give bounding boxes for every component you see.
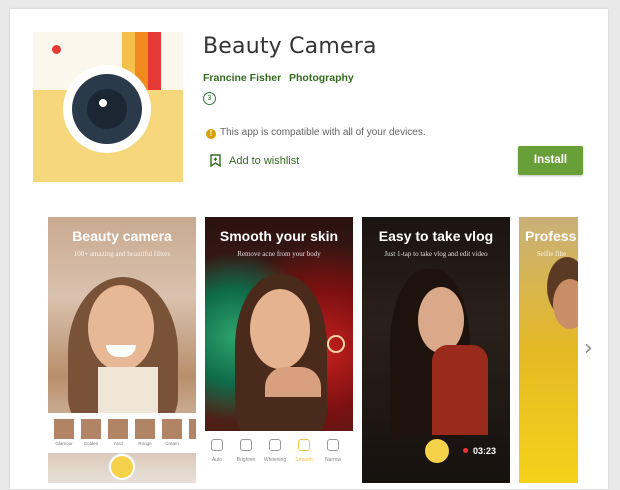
screenshot-3-subtitle: Just 1-tap to take vlog and edit video — [384, 250, 488, 258]
filter-thumb[interactable] — [54, 419, 74, 439]
tool-label: Whitening — [263, 457, 287, 463]
compatibility-notice: ! This app is compatible with all of your… — [206, 127, 426, 139]
filter-thumb[interactable] — [108, 419, 128, 439]
category-link[interactable]: Photography — [289, 72, 354, 84]
tool-label: Narrow — [324, 457, 342, 463]
shutter-button[interactable] — [111, 456, 133, 478]
screenshot-2-subtitle: Remove acne from your body — [237, 250, 321, 258]
sweater-shape — [432, 345, 488, 435]
wishlist-label: Add to wishlist — [229, 154, 300, 167]
portrait-face — [250, 289, 310, 369]
compatibility-text: This app is compatible with all of your … — [220, 127, 426, 138]
app-details-card: Beauty Camera Francine Fisher Photograph… — [10, 9, 608, 489]
icon-red-dot — [52, 45, 61, 54]
tool-label: Auto — [211, 457, 223, 463]
screenshot-professional[interactable]: Profess Selfie filte — [519, 217, 578, 483]
recording-indicator-icon — [463, 448, 468, 453]
developer-link[interactable]: Francine Fisher — [203, 72, 281, 84]
tool-label: Smooth — [295, 457, 313, 463]
portrait-face — [88, 285, 154, 371]
chevron-right-icon[interactable]: › — [584, 336, 593, 361]
tool-label: Brighten — [236, 457, 256, 463]
filter-label: Rouge — [138, 441, 152, 446]
drop-icon — [298, 439, 310, 451]
hand-shape — [265, 367, 321, 397]
app-icon — [33, 32, 183, 182]
screenshot-carousel: Beauty camera 100+ amazing and beautiful… — [48, 217, 578, 483]
filter-label: Cream — [165, 441, 179, 446]
earring-shape — [327, 335, 345, 353]
screenshot-3-title: Easy to take vlog — [378, 228, 494, 244]
filter-thumb[interactable] — [81, 419, 101, 439]
portrait-face — [418, 287, 464, 353]
camera-lens-glint — [99, 99, 107, 107]
narrow-icon — [327, 439, 339, 451]
screenshot-2-title: Smooth your skin — [219, 228, 339, 244]
tool-brighten[interactable]: Brighten — [234, 439, 258, 463]
info-icon: ! — [206, 129, 216, 139]
tool-whitening[interactable]: Whitening — [263, 439, 287, 463]
screenshot-smooth-skin[interactable]: Smooth your skin Remove acne from your b… — [205, 217, 353, 483]
beauty-tools-bar: Auto Brighten Whitening Smooth Narrow — [205, 431, 353, 483]
screenshot-4-title: Profess — [525, 228, 577, 244]
filter-thumb[interactable] — [135, 419, 155, 439]
tooth-icon — [269, 439, 281, 451]
tool-narrow[interactable]: Narrow — [321, 439, 345, 463]
screenshot-beauty-camera[interactable]: Beauty camera 100+ amazing and beautiful… — [48, 217, 196, 483]
filter-thumb[interactable] — [162, 419, 182, 439]
shirt-shape — [98, 367, 158, 413]
tool-smooth[interactable]: Smooth — [292, 439, 316, 463]
filter-label: Yard — [113, 441, 123, 446]
eye-icon — [240, 439, 252, 451]
tool-auto[interactable]: Auto — [205, 439, 229, 463]
record-button[interactable] — [425, 439, 449, 463]
app-title: Beauty Camera — [203, 34, 377, 59]
auto-icon — [211, 439, 223, 451]
filter-thumbnails: Glamour Golden Yard Rouge Cream — [48, 413, 196, 453]
portrait-face — [553, 279, 578, 329]
bookmark-add-icon — [210, 154, 221, 167]
screenshot-vlog[interactable]: Easy to take vlog Just 1-tap to take vlo… — [362, 217, 510, 483]
screenshot-1-title: Beauty camera — [72, 228, 172, 244]
add-to-wishlist-button[interactable]: Add to wishlist — [210, 154, 299, 167]
filter-thumb[interactable] — [189, 419, 196, 439]
filter-label: Golden — [83, 441, 99, 446]
camera-lens-inner — [87, 89, 127, 129]
recording-timer: 03:23 — [473, 446, 497, 456]
filter-label: Glamour — [55, 441, 73, 446]
install-button[interactable]: Install — [518, 146, 583, 175]
screenshot-4-subtitle: Selfie filte — [537, 250, 567, 258]
screenshot-1-subtitle: 100+ amazing and beautiful filters — [73, 250, 171, 258]
icon-stripe-red — [148, 32, 161, 90]
content-rating-badge: 3 — [203, 92, 216, 105]
